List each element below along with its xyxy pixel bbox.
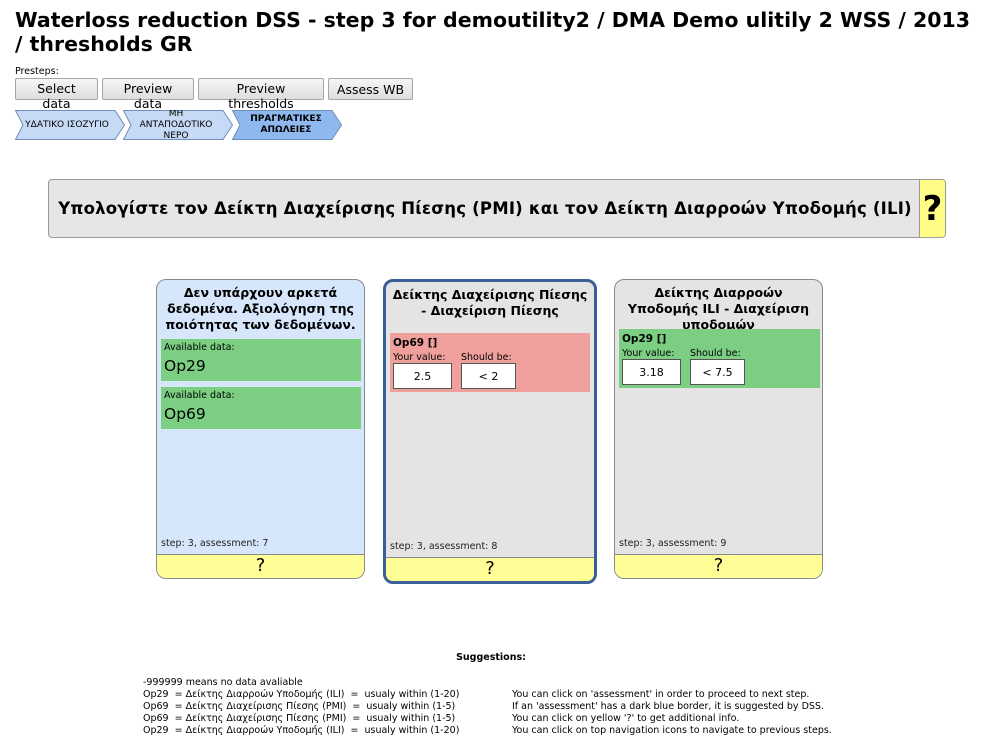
preview-data-button[interactable]: Preview data (102, 78, 194, 111)
suggestions-title: Suggestions: (456, 652, 526, 663)
card-title: Δείκτης Διαρροών Υποδομής ILI - Διαχείρι… (627, 285, 810, 332)
presteps-toolbar: Select data Preview data Preview thresho… (15, 78, 413, 111)
card-step-info: step: 3, assessment: 8 (390, 541, 498, 552)
breadcrumb-item-non-revenue-water[interactable]: ΜΗ ΑΝΤΑΠΟΔΟΤΙΚΟ ΝΕΡΟ (123, 110, 233, 140)
indicator-name: Op29 [] (622, 333, 667, 345)
presteps-label: Presteps: (15, 66, 59, 77)
should-be-label: Should be: (690, 348, 741, 359)
card-help-button[interactable]: ? (615, 554, 822, 578)
preview-thresholds-button[interactable]: Preview thresholds (198, 78, 324, 111)
your-value-label: Your value: (622, 348, 675, 359)
suggestion-tip: You can click on top navigation icons to… (512, 725, 832, 736)
suggestion-tip: If an 'assessment' has a dark blue borde… (512, 701, 824, 712)
should-be-label: Should be: (461, 352, 512, 363)
should-be-box: < 7.5 (690, 359, 745, 385)
suggestion-tip: You can click on yellow '?' to get addit… (512, 713, 740, 724)
assess-wb-button[interactable]: Assess WB (328, 78, 413, 100)
breadcrumb-label: ΠΡΑΓΜΑΤΙΚΕΣ ΑΠΩΛΕΙΕΣ (250, 114, 322, 135)
indicator-op29: Op29 [] Your value: Should be: 3.18 < 7.… (619, 329, 820, 388)
select-data-button[interactable]: Select data (15, 78, 98, 111)
card-step-info: step: 3, assessment: 9 (619, 538, 727, 549)
card-help-button[interactable]: ? (157, 554, 364, 578)
breadcrumb-item-real-losses[interactable]: ΠΡΑΓΜΑΤΙΚΕΣ ΑΠΩΛΕΙΕΣ (232, 110, 342, 140)
indicator-name: Op69 [] (393, 337, 438, 349)
banner-text: Υπολογίστε τον Δείκτη Διαχείρισης Πίεσης… (58, 199, 912, 218)
breadcrumb-label: ΜΗ ΑΝΤΑΠΟΔΟΤΙΚΟ ΝΕΡΟ (139, 110, 213, 140)
your-value-label: Your value: (393, 352, 446, 363)
card-help-button[interactable]: ? (386, 557, 594, 581)
assessment-card-7[interactable]: Δεν υπάρχουν αρκετά δεδομένα. Αξιολόγηση… (156, 279, 365, 579)
available-data-label: Available data: (164, 342, 235, 353)
suggestion-range: Op69 = Δείκτης Διαχείρισης Πίεσης (PMI) … (143, 713, 456, 724)
available-data-label: Available data: (164, 390, 235, 401)
card-title: Δεν υπάρχουν αρκετά δεδομένα. Αξιολόγηση… (165, 285, 356, 332)
task-banner: Υπολογίστε τον Δείκτη Διαχείρισης Πίεσης… (48, 179, 946, 238)
your-value-box: 2.5 (393, 363, 452, 389)
should-be-box: < 2 (461, 363, 516, 389)
suggestion-tip: You can click on 'assessment' in order t… (512, 689, 810, 700)
suggestion-range: Op29 = Δείκτης Διαρροών Υποδομής (ILI) =… (143, 725, 460, 736)
available-data-value: Op29 (164, 357, 206, 375)
breadcrumb-label: ΥΔΑΤΙΚΟ ΙΣΟΖΥΓΙΟ (25, 119, 109, 130)
assessment-card-9[interactable]: Δείκτης Διαρροών Υποδομής ILI - Διαχείρι… (614, 279, 823, 579)
assessment-card-8[interactable]: Δείκτης Διαχείρισης Πίεσης - Διαχείριση … (383, 279, 597, 584)
page-title: Waterloss reduction DSS - step 3 for dem… (15, 8, 971, 56)
available-data-op29: Available data: Op29 (161, 339, 361, 381)
indicator-op69: Op69 [] Your value: Should be: 2.5 < 2 (390, 333, 590, 392)
banner-help-button[interactable]: ? (919, 180, 945, 237)
card-title: Δείκτης Διαχείρισης Πίεσης - Διαχείριση … (392, 287, 588, 318)
suggestion-range: Op29 = Δείκτης Διαρροών Υποδομής (ILI) =… (143, 689, 460, 700)
available-data-op69: Available data: Op69 (161, 387, 361, 429)
breadcrumb-item-water-balance[interactable]: ΥΔΑΤΙΚΟ ΙΣΟΖΥΓΙΟ (15, 110, 125, 140)
your-value-box: 3.18 (622, 359, 681, 385)
suggestion-note: -999999 means no data avaliable (143, 677, 303, 688)
suggestion-range: Op69 = Δείκτης Διαχείρισης Πίεσης (PMI) … (143, 701, 456, 712)
card-step-info: step: 3, assessment: 7 (161, 538, 269, 549)
available-data-value: Op69 (164, 405, 206, 423)
